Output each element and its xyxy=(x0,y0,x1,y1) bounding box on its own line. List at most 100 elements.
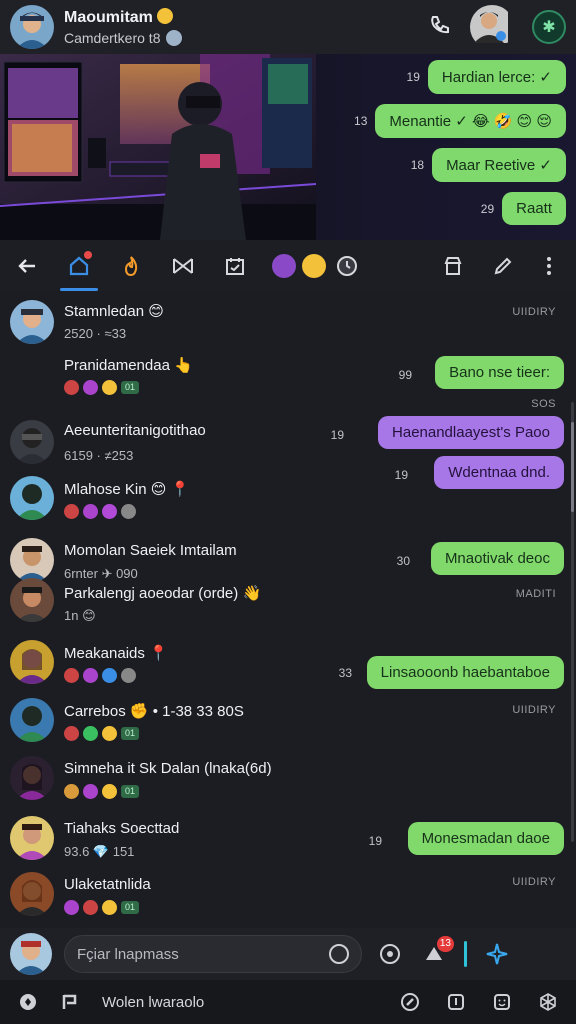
small-label: SOS xyxy=(531,398,556,410)
chat-meta: 6159 · ≠253 xyxy=(64,448,134,463)
contact-status: Camdertkero t8 xyxy=(64,30,428,46)
attach-icon[interactable] xyxy=(329,944,349,964)
flag-icon[interactable] xyxy=(56,988,84,1016)
emoji-icon xyxy=(83,504,98,519)
media-badge-icon: 01 xyxy=(121,381,139,394)
my-avatar[interactable] xyxy=(10,933,52,975)
chat-status-label: UIIDIRY xyxy=(512,876,556,888)
message-input-box[interactable] xyxy=(64,935,362,973)
chat-row[interactable]: 33 Linsaooonb haebantaboe xyxy=(0,652,576,692)
chat-row[interactable]: Stamnledan 😊 2520 · ≈33 UIIDIRY xyxy=(0,298,576,354)
bottom-nav-label: Wolen lwaraolo xyxy=(102,993,205,1011)
avatar xyxy=(10,420,54,464)
avatar xyxy=(10,698,54,742)
avatar xyxy=(10,872,54,916)
message-time: 30 xyxy=(396,554,410,568)
chat-meta: 01 xyxy=(64,726,139,741)
chat-meta: 93.6 💎 151 xyxy=(64,844,135,859)
download-icon[interactable] xyxy=(442,988,470,1016)
chat-meta: 2520 · ≈33 xyxy=(64,326,127,341)
emoji-yellow-icon[interactable] xyxy=(302,254,326,278)
message-bubble[interactable]: Linsaooonb haebantaboe xyxy=(366,656,564,689)
sparkle-icon[interactable] xyxy=(483,940,511,968)
emoji-icon xyxy=(64,900,79,915)
store-icon[interactable] xyxy=(438,251,468,281)
chat-name: Carrebos ✊ • 1-38 33 80S xyxy=(64,703,244,720)
chat-name: Aeeunteritanigotithao xyxy=(64,422,206,439)
chat-name: Mlahose Kin 😊 📍 xyxy=(64,481,190,498)
avatar xyxy=(10,300,54,344)
media-badge-icon: 01 xyxy=(121,901,139,914)
avatar xyxy=(10,816,54,860)
arrow-left-icon[interactable] xyxy=(12,251,42,281)
hero-message: 13 Menantie ✓ 😂 🤣 😊 😌 xyxy=(316,104,566,138)
message-bubble[interactable]: Hardian lerce: ✓ xyxy=(427,60,566,94)
chat-meta: 01 xyxy=(64,900,139,915)
bottom-nav: Wolen lwaraolo xyxy=(0,980,576,1024)
chat-row[interactable]: Ulaketatnlida 01 UIIDIRY xyxy=(0,870,576,922)
message-bubble[interactable]: Raatt xyxy=(502,192,566,225)
message-bubble[interactable]: Haenandlaayest's Paoo xyxy=(378,416,564,449)
emoji-icon xyxy=(64,784,79,799)
group-avatar[interactable] xyxy=(470,5,514,49)
cursor-indicator xyxy=(464,941,467,967)
phone-icon[interactable] xyxy=(428,13,452,42)
shield-icon[interactable] xyxy=(14,988,42,1016)
emoji-icon xyxy=(102,726,117,741)
hero-message: 19 Hardian lerce: ✓ xyxy=(316,60,566,94)
compass-icon[interactable] xyxy=(396,988,424,1016)
emoji-icon xyxy=(102,784,117,799)
emoji-icon xyxy=(102,504,117,519)
chat-list: Stamnledan 😊 2520 · ≈33 UIIDIRY Pranidam… xyxy=(0,292,576,928)
chat-row[interactable]: Pranidamendaa 👆 01 99 Bano nse tieer: SO… xyxy=(0,350,576,410)
chat-name: Parkalengj aoeodar (orde) 👋 xyxy=(64,585,262,602)
more-vertical-icon[interactable] xyxy=(534,251,564,281)
hero-message: 29 Raatt xyxy=(316,192,566,225)
emoji-icon xyxy=(64,380,79,395)
camera-icon[interactable] xyxy=(376,940,404,968)
message-bubble[interactable]: Menantie ✓ 😂 🤣 😊 😌 xyxy=(375,104,566,138)
refresh-icon[interactable]: ✱ xyxy=(532,10,566,44)
message-bubble[interactable]: Bano nse tieer: xyxy=(435,356,564,389)
avatar xyxy=(10,476,54,520)
profile-avatar[interactable] xyxy=(10,5,54,49)
chat-meta: 01 xyxy=(64,380,139,395)
chat-row[interactable]: Parkalengj aoeodar (orde) 👋 1n 😊 MADITI xyxy=(0,578,576,624)
message-bubble[interactable]: Mnaotivak deoc xyxy=(430,542,564,575)
avatar xyxy=(10,538,54,582)
chat-row[interactable]: Carrebos ✊ • 1-38 33 80S 01 UIIDIRY xyxy=(0,696,576,748)
message-bubble[interactable]: Wdentnaa dnd. xyxy=(434,456,564,489)
calendar-icon[interactable] xyxy=(220,251,250,281)
chat-name: Simneha it Sk Dalan (lnaka(6d) xyxy=(64,760,272,777)
clock-icon[interactable] xyxy=(332,251,362,281)
message-time: 13 xyxy=(354,114,368,128)
chat-row[interactable]: Tiahaks Soecttad 93.6 💎 151 19 Monesmada… xyxy=(0,814,576,864)
emoji-purple-icon[interactable] xyxy=(272,254,296,278)
hero-banner: 19 Hardian lerce: ✓ 13 Menantie ✓ 😂 🤣 😊 … xyxy=(0,54,576,240)
message-input[interactable] xyxy=(77,945,329,963)
message-time: 29 xyxy=(480,201,495,216)
emoji-icon xyxy=(121,504,136,519)
message-time: 19 xyxy=(406,70,420,84)
bowtie-icon[interactable] xyxy=(168,251,198,281)
chat-row[interactable]: Simneha it Sk Dalan (lnaka(6d) 01 xyxy=(0,754,576,806)
emoji-icon[interactable] xyxy=(488,988,516,1016)
action-bar xyxy=(0,240,576,292)
message-time: 33 xyxy=(338,666,352,680)
emoji-icon xyxy=(64,504,79,519)
message-bubble[interactable]: Monesmadan daoe xyxy=(407,822,564,855)
chat-meta xyxy=(64,504,136,519)
message-time: 19 xyxy=(330,428,344,442)
cube-icon[interactable] xyxy=(534,988,562,1016)
notification-icon[interactable]: 13 xyxy=(420,936,454,968)
fire-icon[interactable] xyxy=(116,251,146,281)
hero-message-list: 19 Hardian lerce: ✓ 13 Menantie ✓ 😂 🤣 😊 … xyxy=(316,60,566,235)
message-bubble[interactable]: Maar Reetive ✓ xyxy=(432,148,566,182)
emoji-icon xyxy=(83,726,98,741)
home-icon[interactable] xyxy=(60,251,98,291)
chat-name: Momolan Saeiek Imtailam xyxy=(64,542,237,559)
smile-emoji-icon xyxy=(157,8,174,24)
chat-meta: 1n 😊 xyxy=(64,608,96,623)
chat-row[interactable]: Mlahose Kin 😊 📍 19 Wdentnaa dnd. xyxy=(0,456,576,524)
edit-icon[interactable] xyxy=(488,251,518,281)
